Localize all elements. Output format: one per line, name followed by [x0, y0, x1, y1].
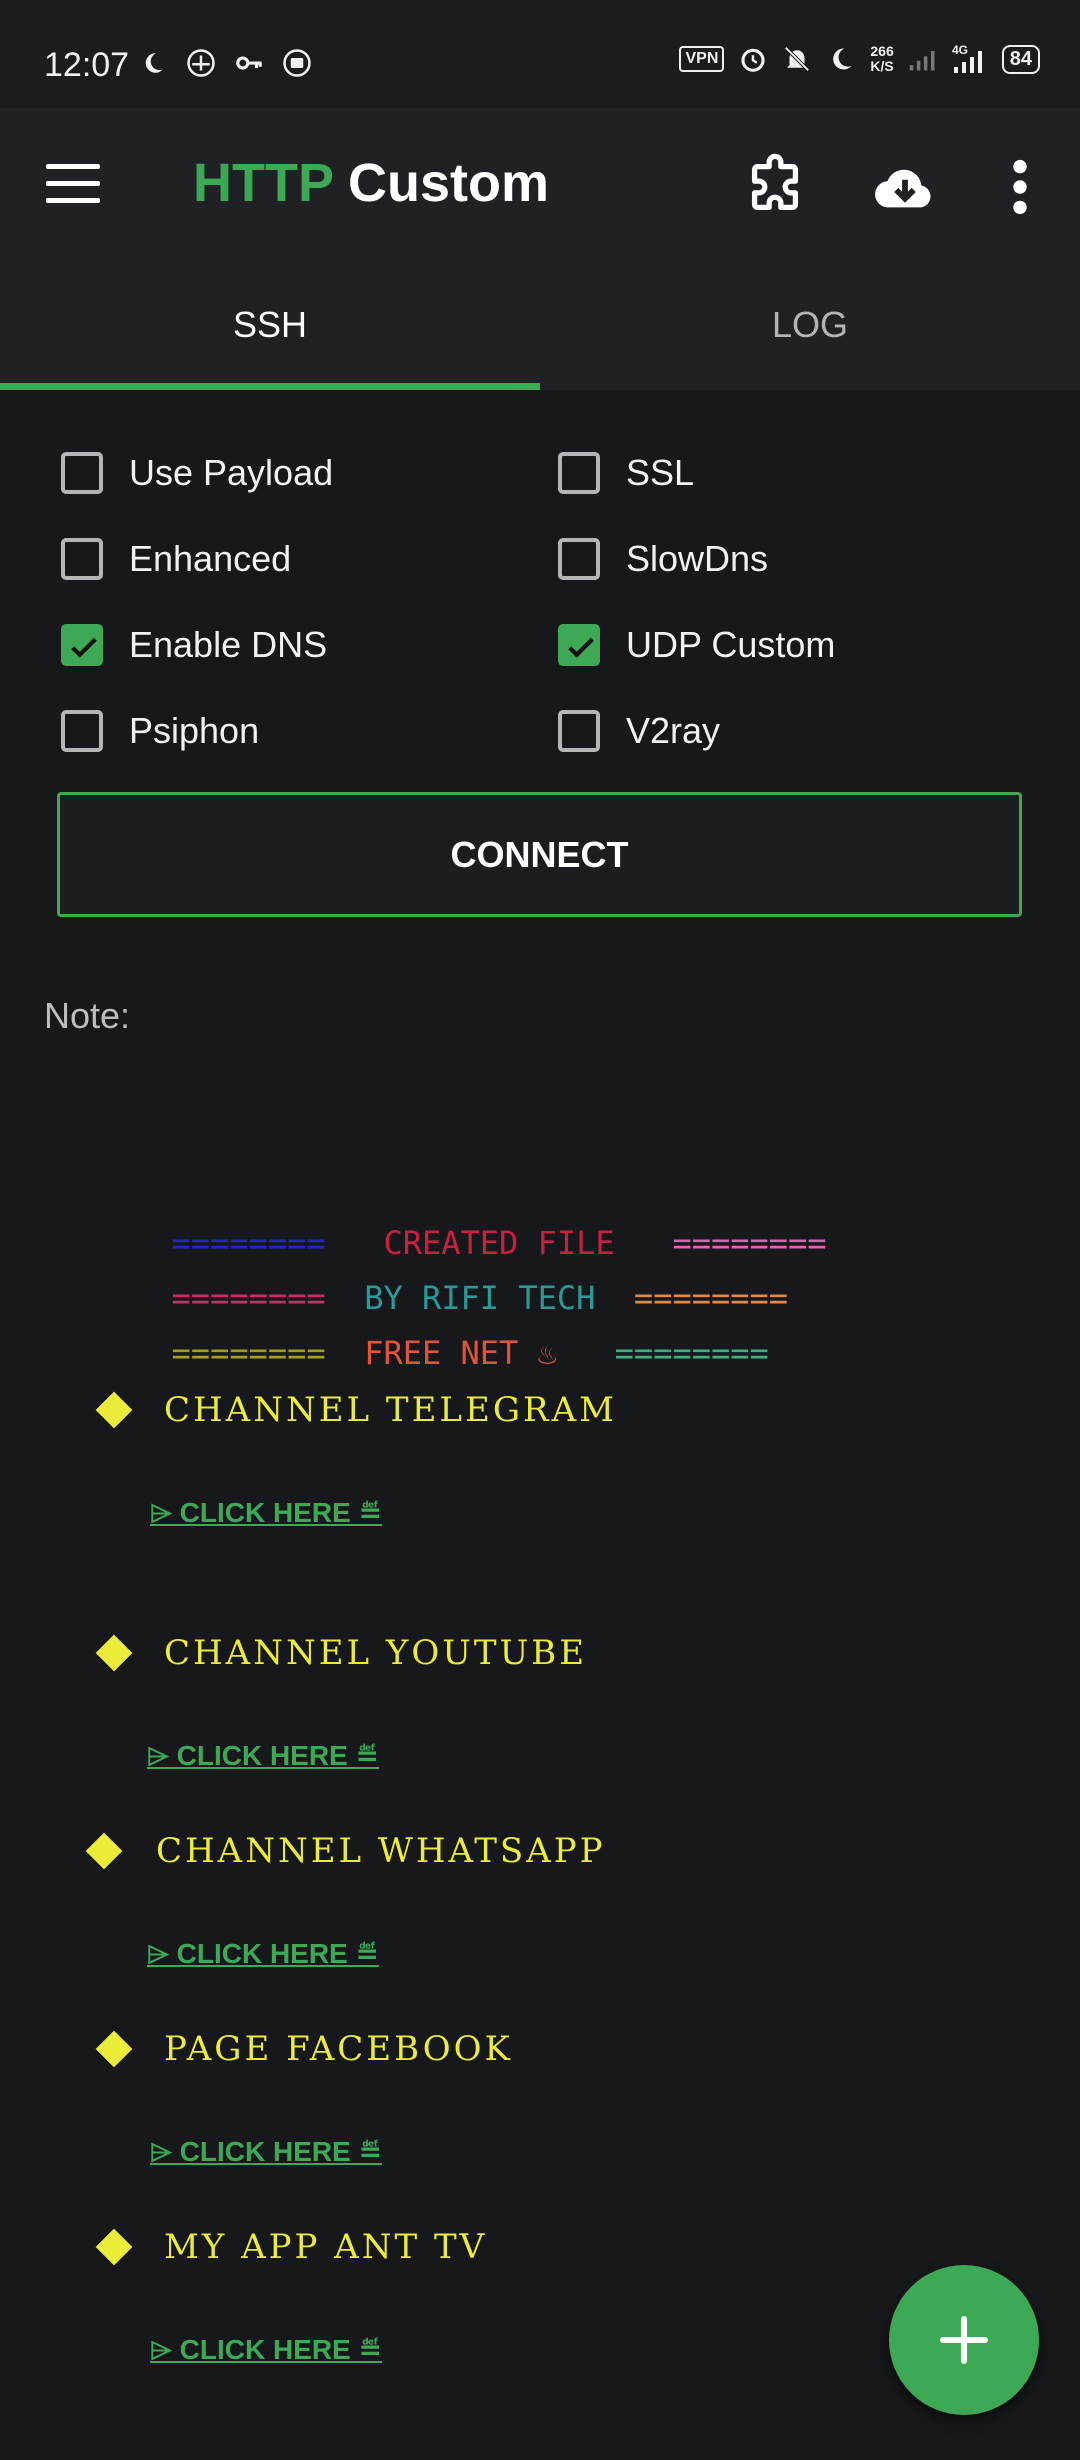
option-label: Enable DNS — [129, 624, 328, 665]
banner-center: FREE NET ♨ — [364, 1334, 557, 1372]
check-icon — [568, 637, 594, 658]
tab-log[interactable]: LOG — [540, 260, 1080, 390]
screen-record-icon — [282, 48, 312, 78]
option-label: UDP Custom — [626, 624, 836, 665]
network-speed: 266 K/S — [870, 44, 893, 74]
option-label: Enhanced — [129, 538, 292, 579]
connect-button[interactable]: CONNECT — [57, 792, 1022, 917]
vpn-badge: VPN — [679, 46, 725, 72]
key-icon — [234, 48, 264, 78]
alarm-icon — [738, 44, 768, 74]
option-label: V2ray — [626, 710, 721, 751]
add-button[interactable] — [889, 2265, 1039, 2415]
diamond-icon — [85, 1832, 123, 1870]
telegram-link[interactable]: ⌲ CLICK HERE ≝ — [150, 1496, 382, 1530]
status-left-icons — [138, 48, 312, 78]
app-title-custom: Custom — [333, 153, 550, 213]
checkbox-checked[interactable] — [558, 624, 600, 666]
speed-value: 266 — [870, 43, 894, 59]
cloud-download-icon[interactable] — [870, 152, 940, 222]
status-bar: 12:07 VPN 266 K/S 4G 84 — [0, 0, 1080, 108]
banner-row: ======== FREE NET ♨ ======== — [133, 1296, 769, 1372]
app-bar: HTTP Custom — [0, 108, 1080, 260]
checkbox[interactable] — [61, 538, 103, 580]
diamond-icon — [95, 2228, 133, 2266]
more-vert-icon[interactable] — [1000, 152, 1040, 222]
section-heading-facebook: PAGE FACEBOOK — [164, 2029, 513, 2069]
tab-indicator — [0, 383, 540, 390]
option-use-payload[interactable]: Use Payload — [61, 452, 333, 494]
note-label: Note: — [44, 995, 131, 1036]
checkbox-checked[interactable] — [61, 624, 103, 666]
status-right-icons: VPN 266 K/S 4G 84 — [679, 43, 1040, 74]
option-enhanced[interactable]: Enhanced — [61, 538, 291, 580]
app-notification-icon — [186, 48, 216, 78]
menu-icon[interactable] — [46, 164, 100, 204]
diamond-icon — [95, 1391, 133, 1429]
speed-unit: K/S — [870, 58, 894, 74]
checkbox[interactable] — [558, 538, 600, 580]
option-udp-custom[interactable]: UDP Custom — [558, 624, 835, 666]
svg-text:4G: 4G — [952, 43, 968, 57]
battery-level: 84 — [1001, 44, 1040, 74]
check-icon — [71, 637, 97, 658]
tab-ssh[interactable]: SSH — [0, 260, 540, 390]
option-label: Use Payload — [129, 452, 334, 493]
section-heading-ant-tv: MY APP ANT TV — [164, 2227, 488, 2267]
dnd-moon-icon — [826, 44, 856, 74]
banner-right: ======== — [614, 1334, 769, 1372]
checkbox[interactable] — [558, 452, 600, 494]
facebook-link[interactable]: ⌲ CLICK HERE ≝ — [150, 2135, 382, 2169]
puzzle-icon[interactable] — [740, 152, 810, 222]
banner-left: ======== — [171, 1334, 326, 1372]
section-heading-whatsapp: CHANNEL WHATSAPP — [156, 1831, 606, 1871]
option-ssl[interactable]: SSL — [558, 452, 694, 494]
option-enable-dns[interactable]: Enable DNS — [61, 624, 327, 666]
diamond-icon — [95, 2030, 133, 2068]
option-label: SSL — [626, 452, 695, 493]
option-label: Psiphon — [129, 710, 260, 751]
ant-tv-link[interactable]: ⌲ CLICK HERE ≝ — [150, 2333, 382, 2367]
section-heading-youtube: CHANNEL YOUTUBE — [164, 1633, 588, 1673]
youtube-link[interactable]: ⌲ CLICK HERE ≝ — [147, 1739, 379, 1773]
signal-weak-icon — [908, 44, 938, 74]
app-title: HTTP Custom — [193, 152, 549, 214]
option-psiphon[interactable]: Psiphon — [61, 710, 259, 752]
plus-icon — [939, 2315, 989, 2365]
checkbox[interactable] — [558, 710, 600, 752]
option-slowdns[interactable]: SlowDns — [558, 538, 768, 580]
status-time: 12:07 — [44, 46, 130, 84]
option-v2ray[interactable]: V2ray — [558, 710, 720, 752]
section-heading-telegram: CHANNEL TELEGRAM — [164, 1390, 617, 1430]
app-title-http: HTTP — [193, 153, 334, 213]
notifications-off-icon — [782, 44, 812, 74]
option-label: SlowDns — [626, 538, 769, 579]
checkbox[interactable] — [61, 710, 103, 752]
moon-icon — [138, 48, 168, 78]
signal-4g-icon: 4G — [952, 43, 988, 74]
whatsapp-link[interactable]: ⌲ CLICK HERE ≝ — [147, 1937, 379, 1971]
checkbox[interactable] — [61, 452, 103, 494]
tab-bar: SSH LOG — [0, 260, 1080, 390]
diamond-icon — [95, 1634, 133, 1672]
